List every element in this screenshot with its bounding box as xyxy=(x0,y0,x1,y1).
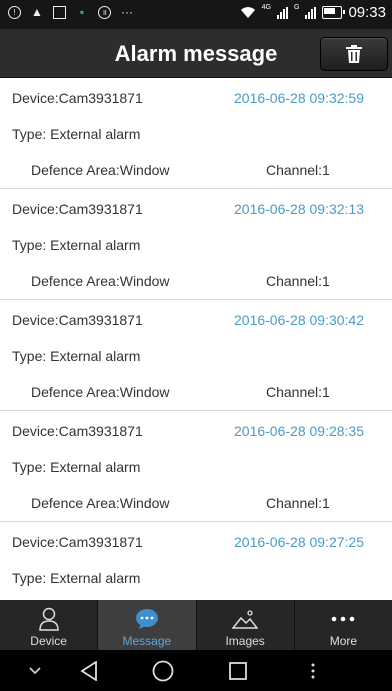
bottom-tab-bar: Device Message Images More xyxy=(0,600,392,650)
device-label: Device:Cam3931871 xyxy=(12,90,143,106)
device-label: Device:Cam3931871 xyxy=(12,312,143,328)
image-icon xyxy=(232,606,259,632)
defence-area: Defence Area:Window xyxy=(31,384,170,400)
tab-device[interactable]: Device xyxy=(0,600,99,650)
system-nav-bar xyxy=(0,650,392,691)
title-bar: Alarm message xyxy=(0,29,392,78)
device-label: Device:Cam3931871 xyxy=(12,534,143,550)
nav-recents-button[interactable] xyxy=(223,650,253,691)
nav-menu-button[interactable] xyxy=(298,650,328,691)
status-time: 09:33 xyxy=(348,4,386,21)
alarm-type: Type: External alarm xyxy=(12,348,141,364)
channel-label: Channel:1 xyxy=(266,273,330,289)
tab-label: Images xyxy=(225,634,265,648)
defence-area: Defence Area:Window xyxy=(31,273,170,289)
pause-icon: ॥ xyxy=(98,5,111,19)
delete-all-button[interactable] xyxy=(320,37,388,71)
channel-label: Channel:1 xyxy=(266,495,330,511)
nav-home-button[interactable] xyxy=(148,650,178,691)
alarm-timestamp: 2016-06-28 09:30:42 xyxy=(234,312,364,328)
alarm-type: Type: External alarm xyxy=(12,570,141,586)
defence-area: Defence Area:Window xyxy=(31,162,170,178)
defence-area: Defence Area:Window xyxy=(31,495,170,511)
alarm-item[interactable]: Device:Cam3931871 2016-06-28 09:30:42 Ty… xyxy=(0,300,392,411)
alarm-type: Type: External alarm xyxy=(12,237,141,253)
nav-collapse-button[interactable] xyxy=(20,650,50,691)
alarm-item[interactable]: Device:Cam3931871 2016-06-28 09:32:13 Ty… xyxy=(0,189,392,300)
alarm-item[interactable]: Device:Cam3931871 2016-06-28 09:28:35 Ty… xyxy=(0,411,392,522)
person-icon xyxy=(36,606,62,632)
more-notifications-icon: ··· xyxy=(121,5,133,19)
chat-bubble-icon xyxy=(134,606,160,632)
alarm-item[interactable]: Device:Cam3931871 2016-06-28 09:27:25 Ty… xyxy=(0,522,392,600)
nav-back-button[interactable] xyxy=(74,650,104,691)
tab-images[interactable]: Images xyxy=(197,600,295,650)
tab-label: Message xyxy=(122,634,172,648)
network-type-2: G xyxy=(294,4,300,11)
lock-icon: ▪ xyxy=(79,5,85,19)
alarm-timestamp: 2016-06-28 09:32:13 xyxy=(234,201,364,217)
status-bar: ! ▲ ▪ ॥ ··· 4G G 09:33 xyxy=(0,0,392,29)
alarm-timestamp: 2016-06-28 09:32:59 xyxy=(234,90,364,106)
gallery-notification-icon xyxy=(53,5,66,19)
alarm-type: Type: External alarm xyxy=(12,126,141,142)
alarm-timestamp: 2016-06-28 09:28:35 xyxy=(234,423,364,439)
alarm-type: Type: External alarm xyxy=(12,459,141,475)
tab-label: Device xyxy=(30,634,67,648)
back-triangle-icon xyxy=(80,660,97,681)
alert-circle-icon: ! xyxy=(8,5,21,19)
alarm-item[interactable]: Device:Cam3931871 2016-06-28 09:32:59 Ty… xyxy=(0,78,392,189)
device-label: Device:Cam3931871 xyxy=(12,201,143,217)
wifi-icon xyxy=(240,7,255,18)
vertical-dots-icon xyxy=(311,663,315,678)
signal-strength-1-icon xyxy=(277,6,288,19)
alarm-timestamp: 2016-06-28 09:27:25 xyxy=(234,534,364,550)
tab-label: More xyxy=(329,634,358,648)
tab-more[interactable]: More xyxy=(295,600,392,650)
battery-icon xyxy=(322,6,346,19)
signal-strength-2-icon xyxy=(305,6,317,19)
warning-icon: ▲ xyxy=(31,5,43,19)
chevron-down-icon xyxy=(29,666,41,674)
tab-message[interactable]: Message xyxy=(98,600,197,650)
recents-square-icon xyxy=(229,661,247,680)
alarm-list[interactable]: Device:Cam3931871 2016-06-28 09:32:59 Ty… xyxy=(0,78,392,600)
system-icons: 4G G 09:33 xyxy=(240,4,386,21)
network-type-1: 4G xyxy=(261,4,271,11)
home-circle-icon xyxy=(152,660,174,681)
device-label: Device:Cam3931871 xyxy=(12,423,143,439)
notification-icons: ! ▲ ▪ ॥ ··· xyxy=(8,5,134,19)
channel-label: Channel:1 xyxy=(266,384,330,400)
trash-icon xyxy=(346,45,362,63)
channel-label: Channel:1 xyxy=(266,162,330,178)
more-dots-icon xyxy=(330,606,356,632)
